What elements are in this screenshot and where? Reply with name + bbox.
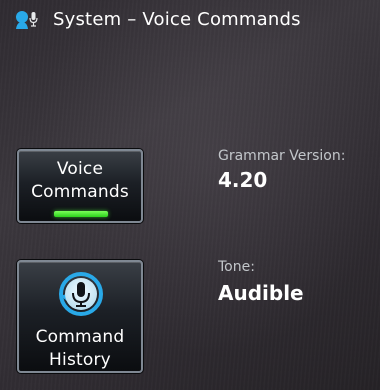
grammar-version-label: Grammar Version:	[218, 148, 346, 164]
command-history-label: Command History	[19, 326, 141, 372]
grammar-version-value: 4.20	[218, 168, 268, 192]
page-title: System – Voice Commands	[53, 9, 301, 30]
voice-commands-label-line-2: Commands	[31, 182, 129, 202]
tone-label: Tone:	[218, 259, 255, 275]
active-indicator	[54, 211, 108, 217]
command-history-button[interactable]: Command History	[17, 260, 143, 373]
voice-commands-button[interactable]: Voice Commands	[17, 149, 143, 223]
command-history-label-line-2: History	[49, 350, 111, 370]
voice-commands-label: Voice Commands	[19, 158, 141, 204]
command-history-label-line-1: Command	[35, 327, 125, 347]
title-bar: System – Voice Commands	[0, 0, 380, 40]
voice-profile-icon	[14, 9, 40, 31]
tone-value: Audible	[218, 281, 304, 305]
voice-commands-label-line-1: Voice	[56, 159, 104, 179]
microphone-history-icon	[59, 272, 103, 316]
